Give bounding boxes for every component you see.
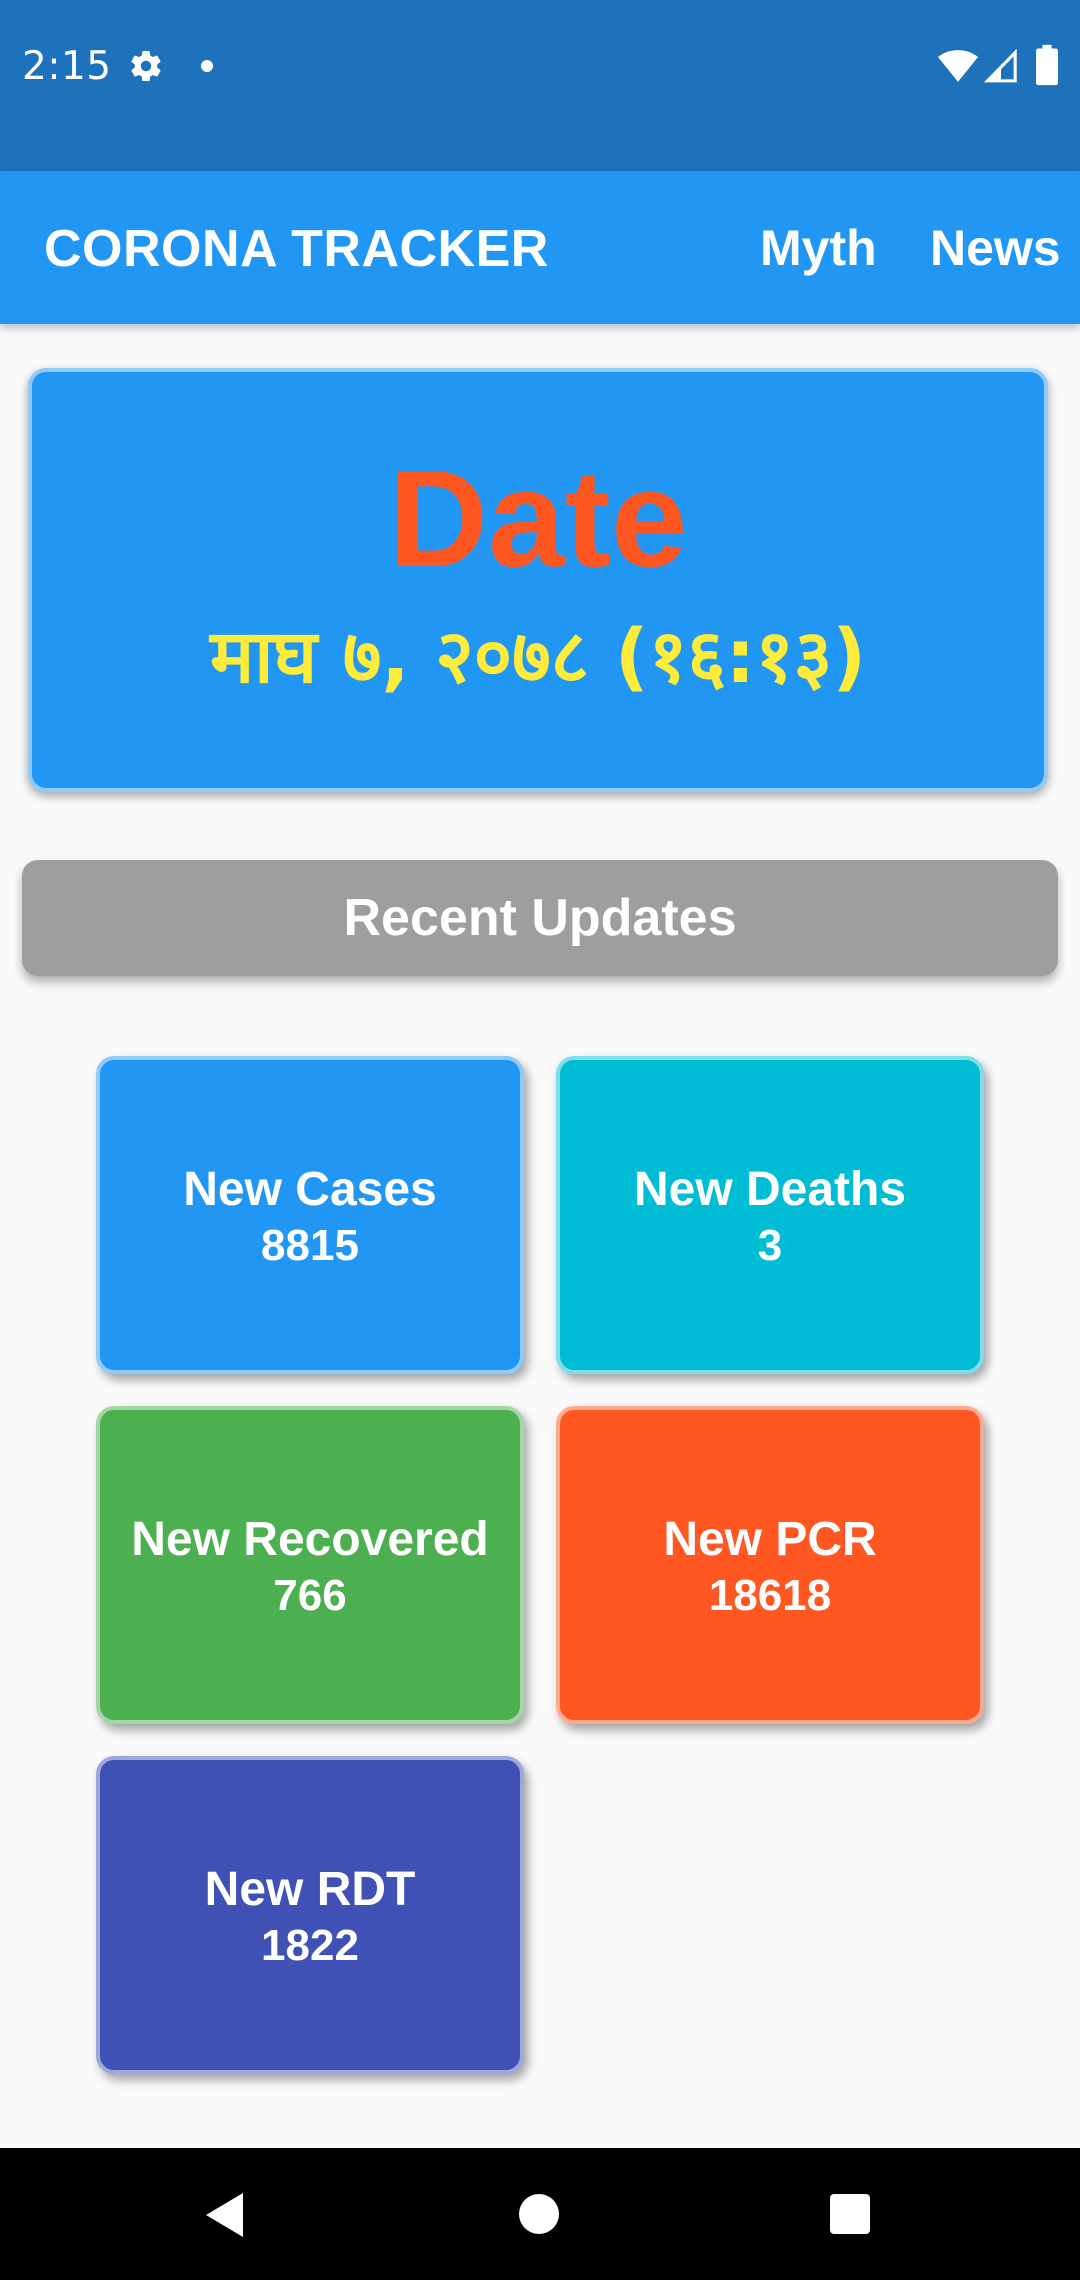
recents-icon[interactable] — [830, 2194, 870, 2234]
app-title: CORONA TRACKER — [44, 220, 549, 278]
gear-icon — [131, 51, 161, 82]
date-value: माघ ७, २०७८ (१६:१३) — [209, 614, 867, 700]
tile-value: 18618 — [708, 1571, 832, 1620]
battery-icon — [1036, 44, 1058, 86]
back-icon[interactable] — [205, 2192, 245, 2238]
myth-button[interactable]: Myth — [760, 219, 877, 277]
status-time: 2:15 — [22, 44, 112, 89]
wifi-icon — [938, 50, 978, 82]
notification-dot-icon — [201, 60, 213, 72]
tile-value: 1822 — [261, 1921, 359, 1970]
tile-value: 3 — [757, 1221, 783, 1270]
tile-label: New Deaths — [633, 1163, 907, 1216]
new-rdt-tile[interactable]: New RDT 1822 — [96, 1756, 524, 2074]
home-icon[interactable] — [519, 2194, 559, 2234]
new-recovered-tile[interactable]: New Recovered 766 — [96, 1406, 524, 1724]
tile-value: 766 — [273, 1571, 347, 1620]
status-bar: 2:15 — [0, 0, 1080, 171]
news-button[interactable]: News — [930, 219, 1061, 277]
new-deaths-tile[interactable]: New Deaths 3 — [556, 1056, 984, 1374]
recent-updates-button[interactable]: Recent Updates — [22, 860, 1058, 976]
tile-label: New RDT — [204, 1863, 416, 1916]
new-pcr-tile[interactable]: New PCR 18618 — [556, 1406, 984, 1724]
tile-label: New Cases — [183, 1163, 437, 1216]
new-cases-tile[interactable]: New Cases 8815 — [96, 1056, 524, 1374]
screen: 2:15 CORONA TRACKER Myth News Date माघ ७… — [0, 0, 1080, 2280]
date-card: Date माघ ७, २०७८ (१६:१३) — [28, 368, 1048, 792]
app-bar: CORONA TRACKER Myth News — [0, 171, 1080, 324]
tile-value: 8815 — [261, 1221, 359, 1270]
navigation-bar — [0, 2148, 1080, 2280]
tile-label: New Recovered — [131, 1513, 489, 1566]
cell-signal-icon — [984, 48, 1017, 83]
date-title: Date — [388, 442, 688, 596]
tile-label: New PCR — [663, 1513, 877, 1566]
